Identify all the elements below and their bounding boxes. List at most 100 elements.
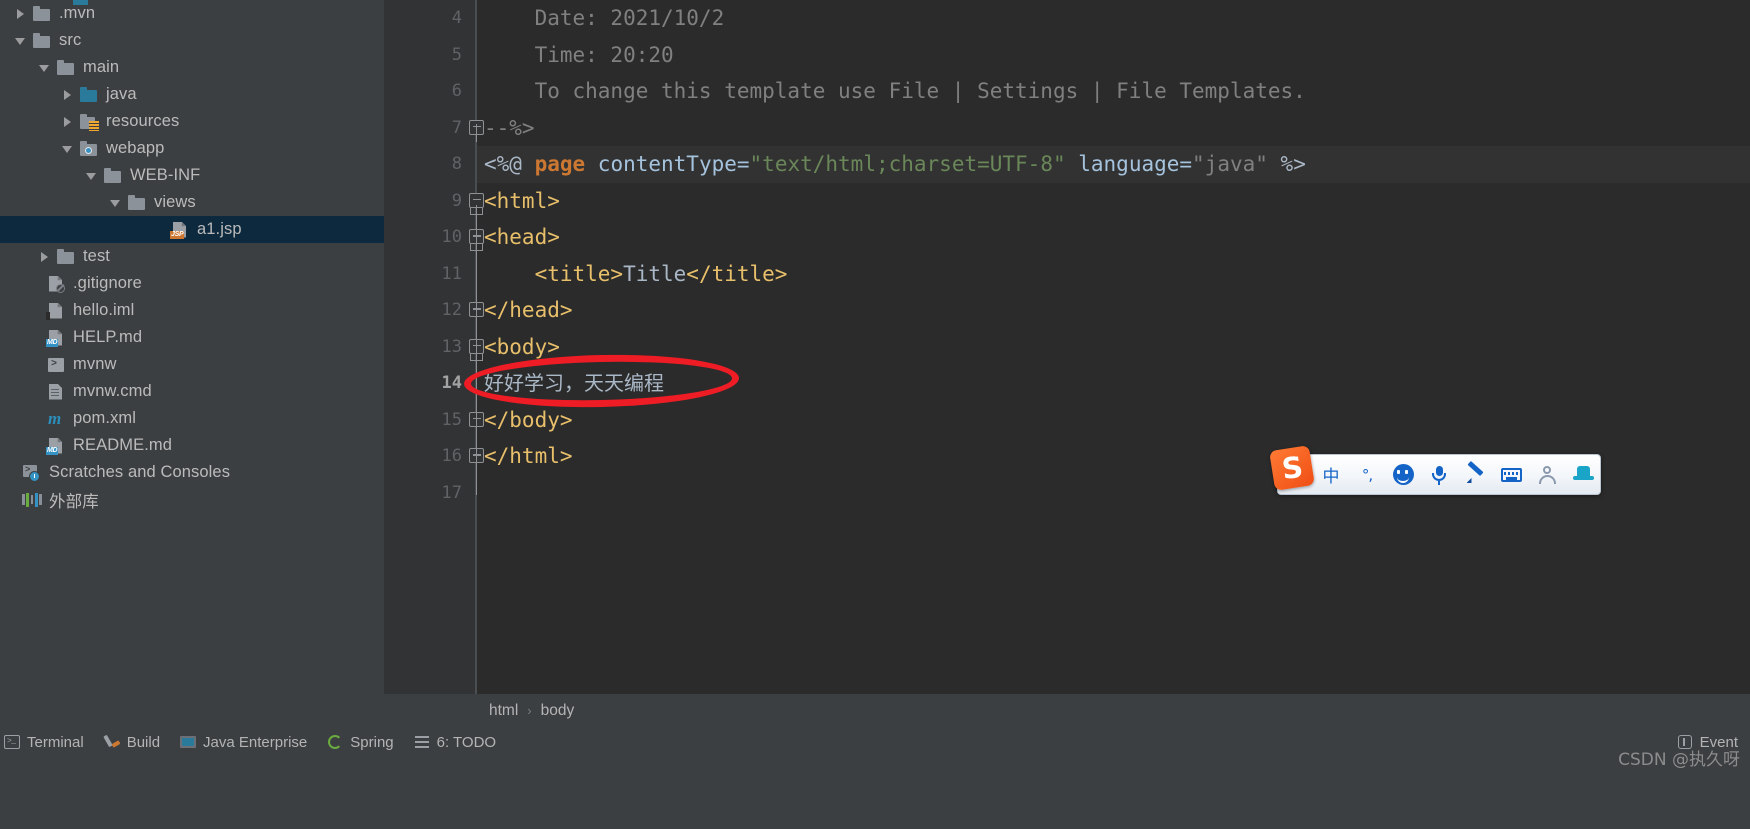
code-line[interactable]: 12 </head>	[384, 292, 1750, 329]
code-line[interactable]: 11 <title>Title</title>	[384, 256, 1750, 293]
code-line[interactable]: 8 <%@ page contentType="text/html;charset…	[384, 146, 1750, 183]
ime-toolbar[interactable]: 中 °,	[1277, 454, 1601, 495]
terminal-icon: >_	[4, 734, 21, 751]
user-account-icon-glyph	[1537, 464, 1558, 485]
code-line[interactable]: 9 <html>	[384, 183, 1750, 220]
intellij-idea-window: .mvn src main java resources webapp WEB-INF vie…	[0, 0, 1750, 829]
user-account-icon[interactable]	[1536, 462, 1558, 488]
tree-item-test[interactable]: test	[0, 243, 384, 270]
chevron-right-icon[interactable]	[61, 88, 75, 102]
chevron-down-icon[interactable]	[85, 169, 99, 183]
tree-item-label: README.md	[73, 436, 172, 454]
chevron-right-icon[interactable]	[61, 115, 75, 129]
breadcrumb-item-html[interactable]: html	[489, 702, 518, 720]
tool-window-buttons[interactable]: >_ Terminal Build Java Enterprise Spring 6: T…	[0, 727, 1750, 757]
code-line[interactable]: 5 Time: 20:20	[384, 37, 1750, 74]
code-token: </title>	[686, 261, 788, 286]
line-number: 16	[441, 446, 462, 466]
code-line[interactable]: 7 --%>	[384, 110, 1750, 147]
punctuation-mode-icon[interactable]: °,	[1356, 462, 1378, 488]
java-enterprise-icon	[180, 734, 197, 751]
markdown-file-icon: MD	[46, 437, 66, 455]
folder-icon	[32, 5, 52, 23]
handwriting-pen-icon[interactable]	[1464, 460, 1486, 488]
soft-keyboard-icon[interactable]	[1500, 462, 1522, 488]
chevron-down-icon[interactable]	[109, 196, 123, 210]
tree-item-label: resources	[106, 112, 180, 130]
tree-item-resources[interactable]: resources	[0, 108, 384, 135]
sogou-logo-icon[interactable]: S	[1269, 445, 1315, 491]
line-number: 8	[451, 154, 462, 174]
tool-window-spring[interactable]: Spring	[327, 734, 394, 751]
code-line[interactable]: 10 <head>	[384, 219, 1750, 256]
tool-window-build[interactable]: Build	[102, 734, 160, 751]
code-lines[interactable]: 4 Date: 2021/10/2 5 Time: 20:20 6 To chang…	[384, 0, 1750, 694]
scratches-icon: >	[22, 464, 42, 482]
line-number: 5	[451, 44, 462, 65]
tree-item-mvnw[interactable]: > mvnw	[0, 351, 384, 378]
tree-item-main[interactable]: main	[0, 54, 384, 81]
folder-icon	[56, 248, 76, 266]
chevron-right-icon[interactable]	[14, 7, 28, 21]
tree-item-label: a1.jsp	[197, 220, 242, 238]
tool-window-label: Terminal	[27, 733, 84, 751]
tree-item-web-inf[interactable]: WEB-INF	[0, 162, 384, 189]
line-number: 13	[441, 336, 462, 357]
external-libraries-icon	[22, 491, 42, 509]
line-number: 9	[451, 190, 462, 211]
code-line[interactable]: 13 <body>	[384, 329, 1750, 366]
tool-window-6-todo[interactable]: 6: TODO	[414, 734, 496, 751]
tree-item-a1-jsp[interactable]: JSP a1.jsp	[0, 216, 384, 243]
chevron-right-icon[interactable]	[38, 250, 52, 264]
code-token: 好好学习，天天编程	[484, 371, 664, 395]
tree-item-java[interactable]: java	[0, 81, 384, 108]
voice-input-icon[interactable]	[1428, 462, 1450, 488]
todo-icon	[414, 734, 431, 751]
ime-label: 中	[1322, 467, 1340, 487]
tree-item-label: .gitignore	[73, 274, 142, 292]
chevron-down-icon[interactable]	[61, 142, 75, 156]
tree-item-[interactable]: 外部库	[0, 486, 384, 513]
iml-module-file-icon	[46, 302, 66, 320]
code-line[interactable]: 15 </body>	[384, 402, 1750, 439]
code-text: <%@ page contentType="text/html;charset=…	[484, 146, 1306, 183]
resources-folder-icon	[79, 113, 99, 131]
tree-item-gitignore[interactable]: .gitignore	[0, 270, 384, 297]
tree-item-mvn[interactable]: .mvn	[0, 0, 384, 27]
code-token: contentType=	[585, 152, 750, 176]
code-token: <html>	[484, 188, 560, 213]
skin-hat-icon[interactable]	[1572, 462, 1594, 488]
folder-icon	[103, 167, 123, 185]
tree-item-mvnw-cmd[interactable]: mvnw.cmd	[0, 378, 384, 405]
tree-item-pom-xml[interactable]: m pom.xml	[0, 405, 384, 432]
breadcrumb[interactable]: html › body	[384, 694, 1750, 727]
tool-window-java-enterprise[interactable]: Java Enterprise	[180, 734, 307, 751]
tree-item-src[interactable]: src	[0, 27, 384, 54]
tree-item-label: mvnw	[73, 355, 117, 373]
spring-icon	[327, 734, 344, 751]
tree-item-views[interactable]: views	[0, 189, 384, 216]
tree-item-hello-iml[interactable]: hello.iml	[0, 297, 384, 324]
tree-item-help-md[interactable]: MD HELP.md	[0, 324, 384, 351]
code-editor[interactable]: 4 Date: 2021/10/2 5 Time: 20:20 6 To chang…	[384, 0, 1750, 694]
tree-item-label: Scratches and Consoles	[49, 463, 231, 481]
project-tree[interactable]: .mvn src main java resources webapp WEB-INF vie…	[0, 0, 384, 513]
chevron-down-icon[interactable]	[14, 34, 28, 48]
tool-window-terminal[interactable]: >_ Terminal	[4, 734, 84, 751]
code-line[interactable]: 4 Date: 2021/10/2	[384, 0, 1750, 37]
chinese-mode-icon[interactable]: 中	[1320, 462, 1342, 488]
breadcrumb-item-body[interactable]: body	[541, 702, 575, 720]
handwriting-pen-icon-glyph	[1465, 460, 1486, 485]
tree-item-readme-md[interactable]: MD README.md	[0, 432, 384, 459]
tree-item-scratches-and-consoles[interactable]: > Scratches and Consoles	[0, 459, 384, 486]
chevron-down-icon[interactable]	[38, 61, 52, 75]
tree-item-webapp[interactable]: webapp	[0, 135, 384, 162]
emoji-icon[interactable]	[1392, 462, 1414, 488]
code-line[interactable]: 6 To change this template use File | Set…	[384, 73, 1750, 110]
project-tool-window[interactable]: .mvn src main java resources webapp WEB-INF vie…	[0, 0, 384, 694]
code-token: Time: 20:20	[484, 42, 674, 67]
code-line[interactable]: 14 好好学习，天天编程	[384, 365, 1750, 402]
